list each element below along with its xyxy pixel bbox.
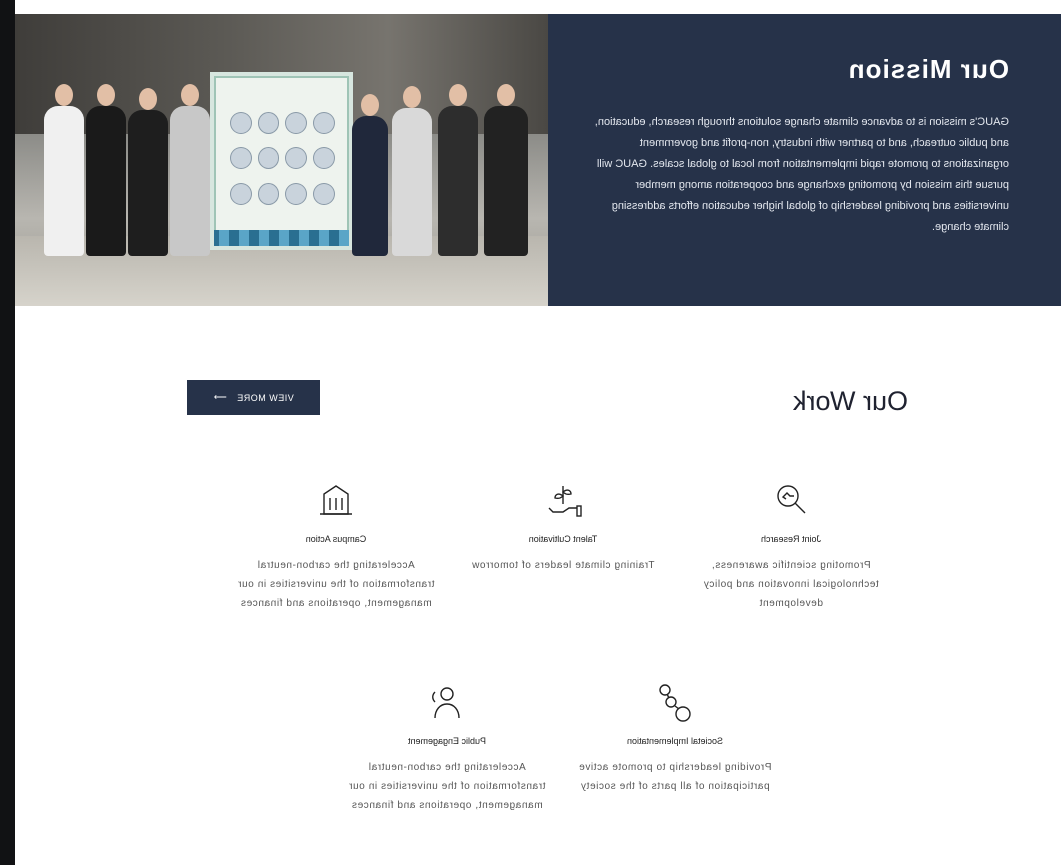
work-item-talent-cultivation[interactable]: Talent Cultivation Training climate lead… xyxy=(463,480,663,575)
photo-person xyxy=(44,84,84,256)
mission-title: Our Mission xyxy=(847,54,1009,84)
arrow-right-icon: ⟶ xyxy=(213,392,227,402)
banner-logos xyxy=(230,112,335,212)
work-item-desc: Providing leadership to promote active p… xyxy=(578,762,772,792)
photo-person xyxy=(484,84,528,256)
our-work-section: Our Work VIEW MORE ⟶ Joint Research Prom… xyxy=(15,306,1061,865)
work-item-title: Campus Action xyxy=(305,534,367,544)
work-item-title: Public Engagement xyxy=(407,736,487,746)
work-item-societal-implementation[interactable]: Societal Implementation Providing leader… xyxy=(575,682,775,796)
work-item-desc: Promoting scientific awareness, technolo… xyxy=(703,560,879,609)
plant-hand-icon xyxy=(543,480,583,520)
network-people-icon xyxy=(655,682,695,722)
building-icon xyxy=(316,480,356,520)
work-title: Our Work xyxy=(792,386,908,416)
photo-person xyxy=(438,84,478,256)
mission-panel: Our Mission GAUC's mission is to advance… xyxy=(548,14,1061,306)
photo-banner xyxy=(210,72,353,250)
work-item-joint-research[interactable]: Joint Research Promoting scientific awar… xyxy=(691,480,891,613)
view-more-button[interactable]: VIEW MORE ⟶ xyxy=(187,380,320,415)
work-item-desc: Accelerating the carbon-neutral transfor… xyxy=(348,762,546,811)
work-item-desc: Training climate leaders of tomorrow xyxy=(471,560,655,571)
photo-person xyxy=(352,94,388,256)
photo-person xyxy=(170,84,210,256)
mission-text: GAUC's mission is to advance climate cha… xyxy=(594,116,1009,233)
work-item-public-engagement[interactable]: Public Engagement Accelerating the carbo… xyxy=(347,682,547,815)
work-item-title: Societal Implementation xyxy=(626,736,724,746)
page-content: Our Mission GAUC's mission is to advance… xyxy=(15,0,1061,865)
research-icon xyxy=(771,480,811,520)
banner-wave xyxy=(214,230,349,246)
photo-person xyxy=(86,84,126,256)
people-icon xyxy=(427,682,467,722)
photo-person xyxy=(392,86,432,256)
hero-section: Our Mission GAUC's mission is to advance… xyxy=(15,14,1061,306)
work-item-desc: Accelerating the carbon-neutral transfor… xyxy=(237,560,435,609)
work-item-campus-action[interactable]: Campus Action Accelerating the carbon-ne… xyxy=(236,480,436,613)
photo-person xyxy=(128,88,168,256)
group-photo xyxy=(15,14,548,306)
work-item-title: Joint Research xyxy=(760,534,822,544)
page: Our Mission GAUC's mission is to advance… xyxy=(15,0,1061,865)
work-item-title: Talent Cultivation xyxy=(528,534,598,544)
view-more-label: VIEW MORE xyxy=(236,392,294,403)
